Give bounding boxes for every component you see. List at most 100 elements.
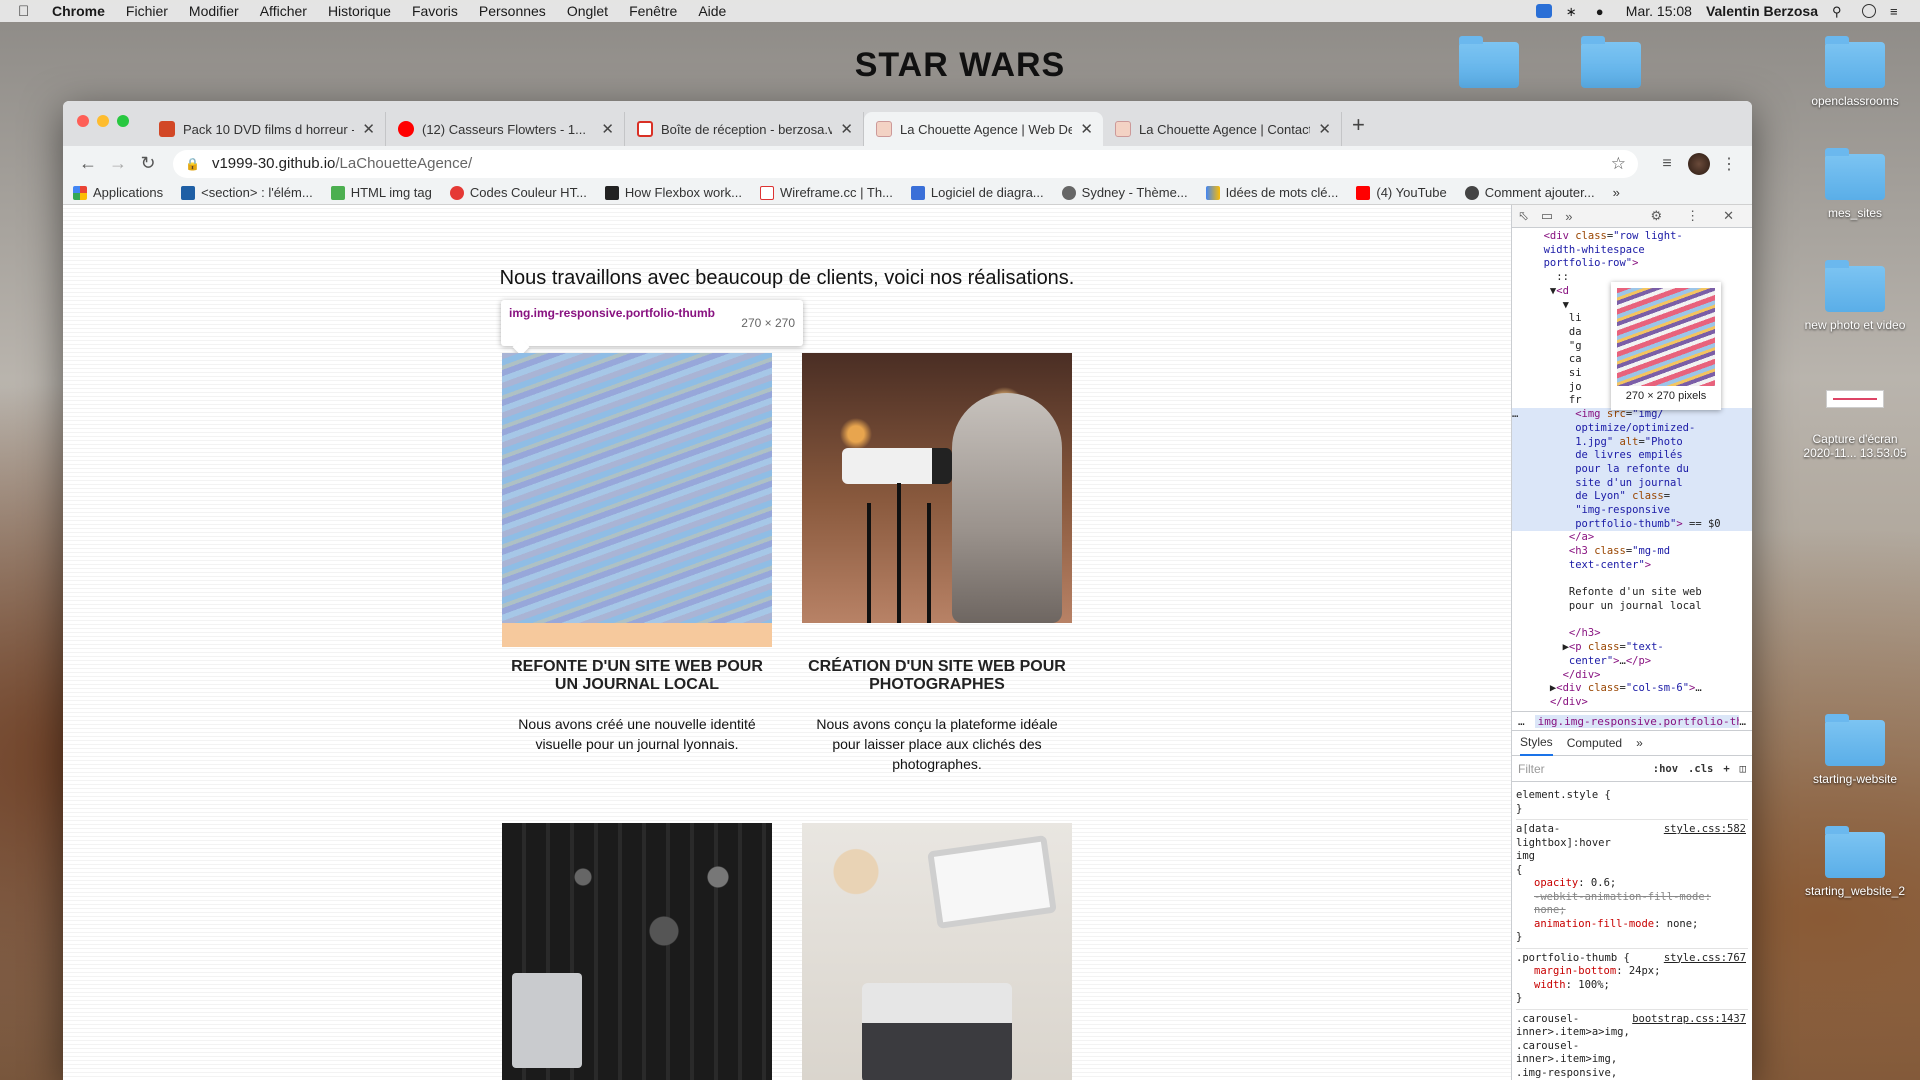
portfolio-thumb-gear[interactable] <box>502 823 772 1080</box>
tab-styles[interactable]: Styles <box>1520 730 1553 756</box>
bookmark-comment-ajouter[interactable]: Comment ajouter... <box>1464 185 1595 200</box>
desktop-folder-starting-website[interactable]: starting-website <box>1800 714 1910 786</box>
bookmark-youtube[interactable]: (4) YouTube <box>1356 185 1447 200</box>
rule-source-link[interactable]: style.css:582 <box>1664 823 1746 837</box>
desktop-folder-openclassrooms[interactable]: openclassrooms <box>1800 36 1910 108</box>
bookmark-star-icon[interactable]: ☆ <box>1611 154 1626 174</box>
menu-fenetre[interactable]: Fenêtre <box>629 3 677 19</box>
devtools-menu-icon[interactable]: ⋮ <box>1686 208 1699 224</box>
dom-selected-node[interactable]: … <img src="img/ optimize/optimized- 1.j… <box>1512 408 1752 532</box>
css-property[interactable]: opacity: 0.6; <box>1516 877 1748 891</box>
reload-icon[interactable]: ↻ <box>133 153 163 174</box>
desktop-file-screenshot[interactable]: Capture d'écran 2020-11... 13.53.05 <box>1800 390 1910 460</box>
device-toolbar-icon[interactable]: ▭ <box>1541 208 1553 224</box>
portfolio-thumb-desk[interactable] <box>802 823 1072 1080</box>
rule-lightbox-hover[interactable]: style.css:582 a[data-lightbox]:hover img… <box>1516 820 1748 949</box>
hov-toggle[interactable]: :hov <box>1653 763 1678 775</box>
bookmark-wireframe[interactable]: Wireframe.cc | Th... <box>759 185 893 200</box>
desktop-folder-new-photo[interactable]: new photo et video <box>1800 260 1910 332</box>
breadcrumb-current[interactable]: img.img-responsive.portfolio-thur <box>1534 714 1740 728</box>
bookmark-section[interactable]: <section> : l'élém... <box>181 185 313 200</box>
bookmark-mots-cles[interactable]: Idées de mots clé... <box>1205 185 1338 200</box>
more-bookmarks-icon[interactable]: » <box>1613 185 1620 200</box>
bookmark-codes-couleur[interactable]: Codes Couleur HT... <box>449 185 587 200</box>
screen-share-icon[interactable] <box>1535 4 1552 18</box>
more-panels-icon[interactable]: » <box>1565 209 1572 224</box>
bookmark-sydney-theme[interactable]: Sydney - Thème... <box>1061 185 1188 200</box>
bluetooth-icon[interactable]: ∗ <box>1566 4 1582 19</box>
tab-close-icon[interactable]: ✕ <box>1318 120 1331 138</box>
apple-icon[interactable]:  <box>18 3 36 20</box>
add-rule-icon[interactable]: + <box>1723 763 1729 775</box>
tab-close-icon[interactable]: ✕ <box>1080 120 1093 138</box>
menu-onglet[interactable]: Onglet <box>567 3 608 19</box>
css-property[interactable]: animation-fill-mode: none; <box>1516 918 1748 932</box>
css-property[interactable]: margin-bottom: 24px; <box>1516 965 1748 979</box>
back-arrow-icon[interactable]: ← <box>73 153 103 174</box>
rule-element-style[interactable]: element.style { } <box>1516 786 1748 820</box>
desktop-folder-1[interactable] <box>1434 36 1544 94</box>
desktop-folder-mes-sites[interactable]: mes_sites <box>1800 148 1910 220</box>
user-name[interactable]: Valentin Berzosa <box>1706 3 1818 19</box>
toggle-sidebar-icon[interactable]: ◫ <box>1740 763 1746 775</box>
menu-historique[interactable]: Historique <box>328 3 391 19</box>
tab-chouette-contact[interactable]: La Chouette Agence | Contact ✕ <box>1103 112 1342 146</box>
close-window-button[interactable] <box>77 115 89 127</box>
menu-app-chrome[interactable]: Chrome <box>52 3 105 19</box>
css-property-overridden[interactable]: -webkit-animation-fill-mode: none; <box>1516 891 1748 918</box>
menu-afficher[interactable]: Afficher <box>260 3 307 19</box>
bookmark-applications[interactable]: Applications <box>73 185 163 200</box>
elements-dom-tree[interactable]: <div class="row light- width-whitespace … <box>1512 228 1752 711</box>
rule-source-link[interactable]: style.css:767 <box>1664 952 1746 966</box>
bookmark-logiciel-diagramme[interactable]: Logiciel de diagra... <box>910 185 1044 200</box>
tab-youtube[interactable]: (12) Casseurs Flowters - 1... ✕ <box>386 112 625 146</box>
tab-close-icon[interactable]: ✕ <box>362 120 375 138</box>
portfolio-thumb-books[interactable] <box>502 353 772 623</box>
rule-img-responsive[interactable]: bootstrap.css:1437 .carousel-inner>.item… <box>1516 1010 1748 1080</box>
zoom-window-button[interactable] <box>117 115 129 127</box>
tab-chouette-agence-active[interactable]: La Chouette Agence | Web De ✕ <box>864 112 1103 146</box>
rule-portfolio-thumb[interactable]: style.css:767 .portfolio-thumb { margin-… <box>1516 949 1748 1010</box>
bookmark-flexbox[interactable]: How Flexbox work... <box>604 185 742 200</box>
chrome-menu-icon[interactable]: ⋮ <box>1716 154 1742 174</box>
menu-aide[interactable]: Aide <box>698 3 726 19</box>
styles-filter-input[interactable]: Filter <box>1518 762 1643 776</box>
breadcrumb-more-icon[interactable]: … <box>1518 715 1525 728</box>
clock[interactable]: Mar. 15:08 <box>1626 3 1692 19</box>
siri-icon[interactable] <box>1862 4 1876 18</box>
close-devtools-icon[interactable]: ✕ <box>1723 208 1734 224</box>
wifi-icon[interactable]: ● <box>1596 4 1612 19</box>
css-property[interactable]: width: 100%; <box>1516 979 1748 993</box>
tab-gmail[interactable]: Boîte de réception - berzosa.v ✕ <box>625 112 864 146</box>
menu-personnes[interactable]: Personnes <box>479 3 546 19</box>
reading-list-icon[interactable]: ≡ <box>1654 155 1680 173</box>
desktop-folder-2[interactable] <box>1556 36 1666 94</box>
lock-icon[interactable]: 🔒 <box>185 157 200 171</box>
menu-fichier[interactable]: Fichier <box>126 3 168 19</box>
menu-favoris[interactable]: Favoris <box>412 3 458 19</box>
address-bar[interactable]: 🔒 v1999-30.github.io /LaChouetteAgence/ … <box>173 149 1638 178</box>
spotlight-search-icon[interactable]: ⚲ <box>1832 4 1848 19</box>
bookmark-html-img-tag[interactable]: HTML img tag <box>330 185 432 200</box>
cls-toggle[interactable]: .cls <box>1688 763 1713 775</box>
control-center-icon[interactable]: ≡ <box>1890 4 1906 19</box>
profile-avatar[interactable] <box>1688 152 1710 175</box>
tab-strip: Pack 10 DVD films d horreur - 1 ✕ (12) C… <box>63 101 1752 146</box>
rule-source-link[interactable]: bootstrap.css:1437 <box>1632 1013 1746 1027</box>
tab-close-icon[interactable]: ✕ <box>601 120 614 138</box>
gmail-icon <box>637 121 653 137</box>
tab-computed[interactable]: Computed <box>1567 731 1622 755</box>
breadcrumb-overflow-icon[interactable]: … <box>1739 715 1746 728</box>
settings-gear-icon[interactable]: ⚙ <box>1650 208 1662 224</box>
minimize-window-button[interactable] <box>97 115 109 127</box>
menu-modifier[interactable]: Modifier <box>189 3 239 19</box>
more-tabs-icon[interactable]: » <box>1636 731 1643 755</box>
forward-arrow-icon[interactable]: → <box>103 153 133 174</box>
inspect-element-icon[interactable]: ⬁ <box>1518 208 1529 224</box>
portfolio-thumb-photographer[interactable] <box>802 353 1072 623</box>
new-tab-button[interactable]: + <box>1352 112 1365 142</box>
desktop-folder-starting-website-2[interactable]: starting_website_2 <box>1800 826 1910 898</box>
tab-close-icon[interactable]: ✕ <box>840 120 853 138</box>
tab-dvd-films[interactable]: Pack 10 DVD films d horreur - 1 ✕ <box>147 112 386 146</box>
google-ads-icon <box>1205 185 1220 200</box>
